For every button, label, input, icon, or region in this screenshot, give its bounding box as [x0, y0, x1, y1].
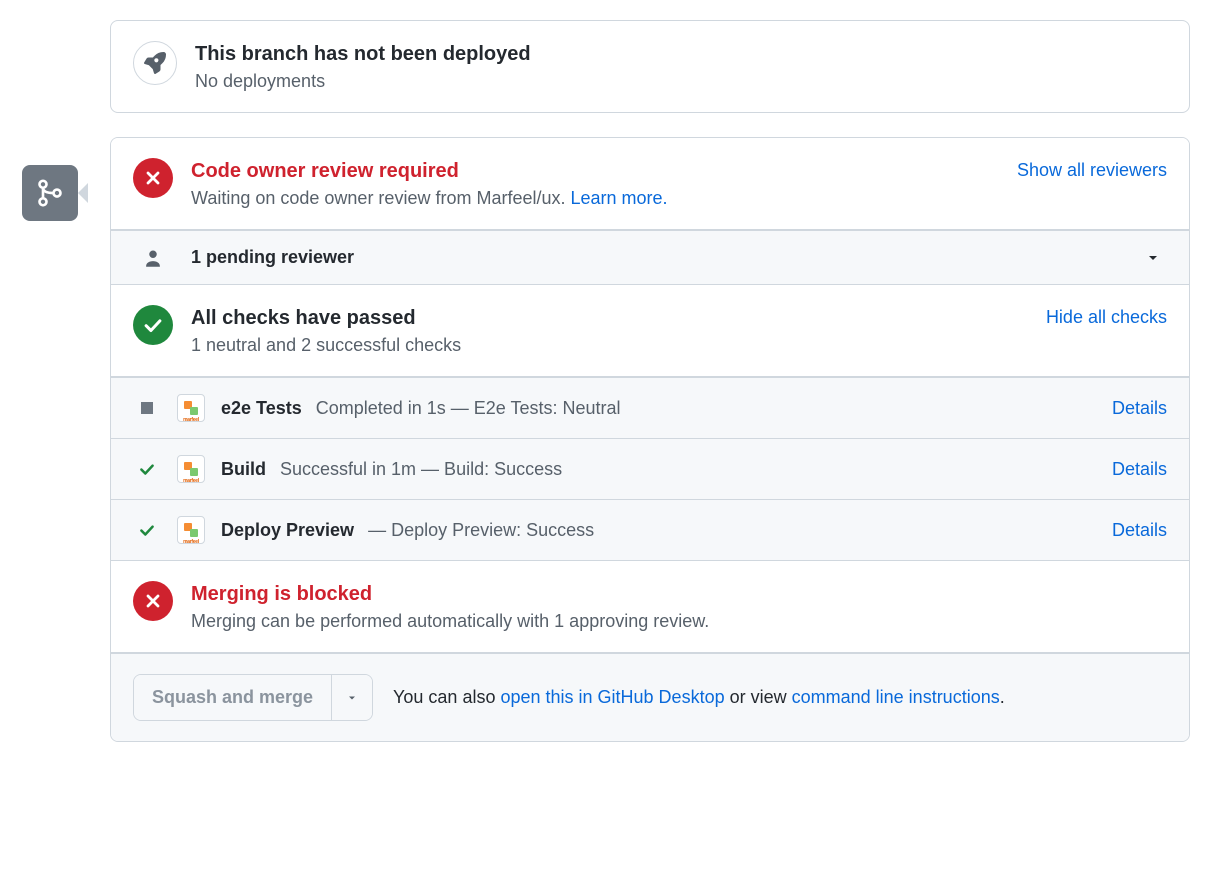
app-avatar: marfeel: [177, 516, 205, 544]
check-name: Deploy Preview: [221, 520, 354, 540]
app-avatar: marfeel: [177, 455, 205, 483]
check-summary: Successful in 1m — Build: Success: [280, 459, 562, 479]
chevron-down-icon: [1145, 250, 1161, 266]
pending-reviewers-toggle[interactable]: 1 pending reviewer: [111, 230, 1189, 285]
review-required-subtitle: Waiting on code owner review from Marfee…: [191, 188, 1167, 209]
check-row: marfeel e2e Tests Completed in 1s — E2e T…: [111, 377, 1189, 438]
check-icon: [133, 305, 173, 345]
command-line-instructions-link[interactable]: command line instructions: [792, 687, 1000, 707]
check-row: marfeel Build Successful in 1m — Build: S…: [111, 438, 1189, 499]
footer-help-text: You can also open this in GitHub Desktop…: [393, 687, 1005, 708]
details-link[interactable]: Details: [1112, 459, 1167, 480]
merging-blocked-subtitle: Merging can be performed automatically w…: [191, 611, 1167, 632]
deployment-box: This branch has not been deployed No dep…: [110, 20, 1190, 113]
check-name: Build: [221, 459, 266, 479]
success-status-icon: [133, 521, 161, 539]
git-merge-icon: [22, 165, 78, 221]
hide-all-checks-link[interactable]: Hide all checks: [1046, 307, 1167, 327]
details-link[interactable]: Details: [1112, 398, 1167, 419]
merge-method-dropdown[interactable]: [331, 675, 372, 720]
x-icon: [133, 581, 173, 621]
check-row: marfeel Deploy Preview — Deploy Preview: …: [111, 499, 1189, 560]
merge-button-group: Squash and merge: [133, 674, 373, 721]
details-link[interactable]: Details: [1112, 520, 1167, 541]
merge-status-box: Show all reviewers Code owner review req…: [110, 137, 1190, 742]
person-icon: [133, 248, 173, 268]
deployment-subtitle: No deployments: [195, 71, 531, 92]
app-avatar: marfeel: [177, 394, 205, 422]
check-summary: — Deploy Preview: Success: [368, 520, 594, 540]
squash-and-merge-button[interactable]: Squash and merge: [134, 675, 331, 720]
x-icon: [133, 158, 173, 198]
checks-passed-title: All checks have passed: [191, 305, 1167, 331]
show-all-reviewers-link[interactable]: Show all reviewers: [1017, 160, 1167, 180]
merging-blocked-title: Merging is blocked: [191, 581, 1167, 607]
check-name: e2e Tests: [221, 398, 302, 418]
rocket-icon: [133, 41, 177, 85]
pending-reviewers-text: 1 pending reviewer: [191, 247, 354, 268]
deployment-title: This branch has not been deployed: [195, 41, 531, 67]
neutral-status-icon: [133, 402, 161, 414]
check-summary: Completed in 1s — E2e Tests: Neutral: [316, 398, 621, 418]
checks-passed-subtitle: 1 neutral and 2 successful checks: [191, 335, 1167, 356]
success-status-icon: [133, 460, 161, 478]
open-github-desktop-link[interactable]: open this in GitHub Desktop: [500, 687, 724, 707]
learn-more-link[interactable]: Learn more.: [571, 188, 668, 208]
